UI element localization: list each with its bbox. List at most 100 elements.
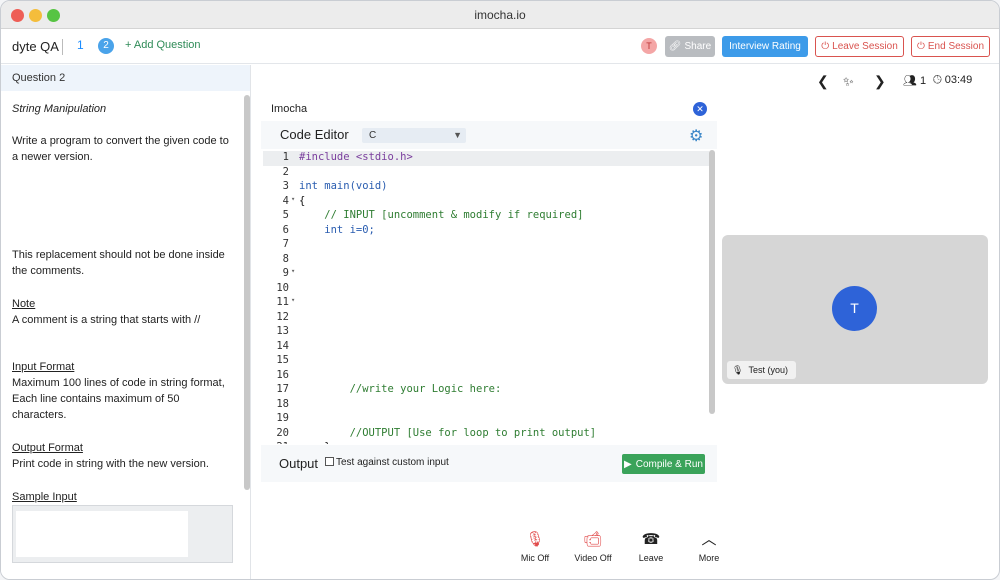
line-number: 13 bbox=[276, 325, 289, 337]
compile-run-button[interactable]: ▶ Compile & Run bbox=[622, 454, 705, 474]
code-line[interactable]: 1 #include <stdio.h> bbox=[263, 151, 709, 166]
code-line[interactable]: 9 ▾ bbox=[263, 267, 709, 282]
magic-wand-icon[interactable]: ✨︎ bbox=[843, 74, 854, 90]
line-number: 18 bbox=[276, 397, 289, 410]
fold-arrow-icon[interactable]: ▾ bbox=[291, 195, 295, 203]
line-number: 2 bbox=[282, 165, 289, 178]
play-icon: ▶ bbox=[624, 458, 632, 470]
line-number: 12 bbox=[276, 310, 289, 323]
code-line[interactable]: 14 bbox=[263, 340, 709, 355]
custom-input-label: Test against custom input bbox=[336, 457, 449, 468]
session-toolbar: dyte QA 1 2 + Add Question T 🔗︎ Share In… bbox=[1, 30, 999, 64]
line-number: 9 bbox=[282, 267, 289, 279]
share-button-label: Share bbox=[684, 41, 712, 52]
language-select[interactable]: C ▼ bbox=[362, 128, 466, 143]
code-text: } bbox=[299, 441, 330, 444]
question-tab-2[interactable]: 2 bbox=[98, 38, 114, 54]
chevron-down-icon: ▼ bbox=[453, 130, 462, 140]
code-line[interactable]: 16 bbox=[263, 369, 709, 384]
question-tab-1[interactable]: 1 bbox=[77, 38, 84, 52]
fold-arrow-icon[interactable]: ▾ bbox=[291, 296, 295, 304]
code-line[interactable]: 13 bbox=[263, 325, 709, 340]
line-number: 20 bbox=[276, 426, 289, 439]
interview-rating-button[interactable]: Interview Rating bbox=[722, 36, 808, 57]
code-line[interactable]: 4 ▾ { bbox=[263, 195, 709, 210]
code-line[interactable]: 17 //write your Logic here: bbox=[263, 383, 709, 398]
code-editor-panel: Imocha ✕ Code Editor C ▼ ⚙ 1 #include <st… bbox=[261, 97, 717, 487]
chevron-right-icon[interactable]: ❯ bbox=[874, 73, 886, 90]
code-line[interactable]: 18 bbox=[263, 398, 709, 413]
code-area[interactable]: 1 #include <stdio.h> 2 3 int main(void) 4 ▾{5 … bbox=[263, 149, 709, 444]
code-line[interactable]: 7 bbox=[263, 238, 709, 253]
editor-scrollbar[interactable] bbox=[709, 150, 715, 414]
code-line[interactable]: 10 bbox=[263, 282, 709, 297]
code-line[interactable]: 19 bbox=[263, 412, 709, 427]
line-number: 6 bbox=[282, 223, 289, 236]
question-description: Write a program to convert the given cod… bbox=[12, 135, 229, 163]
participants-number: 1 bbox=[920, 75, 927, 87]
mic-off-button[interactable]: 🎙︎ Mic Off bbox=[510, 531, 560, 563]
editor-panel-title: Imocha bbox=[271, 103, 308, 115]
line-number: 11 bbox=[276, 296, 289, 308]
line-number: 17 bbox=[276, 383, 289, 395]
line-number: 10 bbox=[276, 281, 289, 294]
code-text: { bbox=[299, 194, 306, 207]
code-line[interactable]: 15 bbox=[263, 354, 709, 369]
end-session-button[interactable]: ⏻ End Session bbox=[911, 36, 990, 57]
custom-input-checkbox[interactable] bbox=[325, 457, 334, 466]
language-value: C bbox=[369, 130, 377, 141]
code-line[interactable]: 5 // INPUT [uncomment & modify if requir… bbox=[263, 209, 709, 224]
user-avatar[interactable]: T bbox=[641, 38, 657, 54]
timer-value: 03:49 bbox=[944, 74, 973, 86]
line-number: 4 bbox=[282, 194, 289, 207]
participants-count[interactable]: 👥︎ 1 bbox=[903, 74, 926, 87]
question-constraint: This replacement should not be done insi… bbox=[12, 249, 225, 277]
code-line[interactable]: 11 ▾ bbox=[263, 296, 709, 311]
participant-avatar: T bbox=[832, 286, 877, 331]
input-format-text: Maximum 100 lines of code in string form… bbox=[12, 377, 225, 421]
more-label: More bbox=[698, 553, 720, 563]
add-question-button[interactable]: + Add Question bbox=[125, 39, 201, 51]
session-timer: 🕒︎ 03:49 bbox=[933, 74, 972, 87]
code-text: #include <stdio.h> bbox=[299, 151, 413, 163]
title-bar: imocha.io bbox=[1, 1, 999, 29]
code-line[interactable]: 21 } bbox=[263, 441, 709, 444]
video-off-label: Video Off bbox=[574, 553, 612, 563]
fold-arrow-icon[interactable]: ▾ bbox=[291, 267, 295, 275]
sample-input-content bbox=[16, 511, 188, 557]
share-button[interactable]: 🔗︎ Share bbox=[665, 36, 715, 57]
chevron-left-icon[interactable]: ❮ bbox=[817, 73, 829, 90]
participant-name-badge: 🎙︎ Test (you) bbox=[727, 361, 796, 379]
code-editor-title: Code Editor bbox=[280, 127, 349, 142]
divider bbox=[62, 39, 63, 55]
code-line[interactable]: 20 //OUTPUT [Use for loop to print outpu… bbox=[263, 427, 709, 442]
code-line[interactable]: 3 int main(void) bbox=[263, 180, 709, 195]
window-title: imocha.io bbox=[474, 8, 526, 22]
question-scrollbar[interactable] bbox=[244, 95, 250, 490]
code-line[interactable]: 12 bbox=[263, 311, 709, 326]
leave-session-button[interactable]: ⏻ Leave Session bbox=[815, 36, 904, 57]
input-format-heading: Input Format bbox=[12, 361, 75, 373]
chevron-up-icon: ︿ bbox=[701, 531, 717, 548]
code-line[interactable]: 8 bbox=[263, 253, 709, 268]
more-button[interactable]: ︿ More bbox=[684, 531, 734, 563]
output-format-heading: Output Format bbox=[12, 442, 83, 454]
code-line[interactable]: 2 bbox=[263, 166, 709, 181]
participant-tile: T 🎙︎ Test (you) bbox=[722, 235, 988, 384]
phone-hangup-icon: ☎︎ bbox=[641, 531, 661, 548]
video-off-button[interactable]: 📹︎ Video Off bbox=[568, 531, 618, 563]
close-icon[interactable]: ✕ bbox=[693, 102, 707, 116]
leave-call-button[interactable]: ☎︎ Leave bbox=[626, 531, 676, 563]
question-header: Question 2 bbox=[1, 65, 250, 91]
code-text: //write your Logic here: bbox=[299, 383, 502, 395]
code-line[interactable]: 6 int i=0; bbox=[263, 224, 709, 239]
clock-icon: 🕒︎ bbox=[933, 74, 942, 86]
app-window: imocha.io dyte QA 1 2 + Add Question T 🔗… bbox=[0, 0, 1000, 580]
gear-icon[interactable]: ⚙ bbox=[689, 126, 703, 146]
line-number: 21 bbox=[263, 441, 289, 444]
compile-run-label: Compile & Run bbox=[635, 458, 703, 470]
line-number: 14 bbox=[276, 339, 289, 352]
line-number: 8 bbox=[282, 252, 289, 265]
line-number: 16 bbox=[276, 368, 289, 381]
code-text: // INPUT [uncomment & modify if required… bbox=[299, 209, 584, 221]
